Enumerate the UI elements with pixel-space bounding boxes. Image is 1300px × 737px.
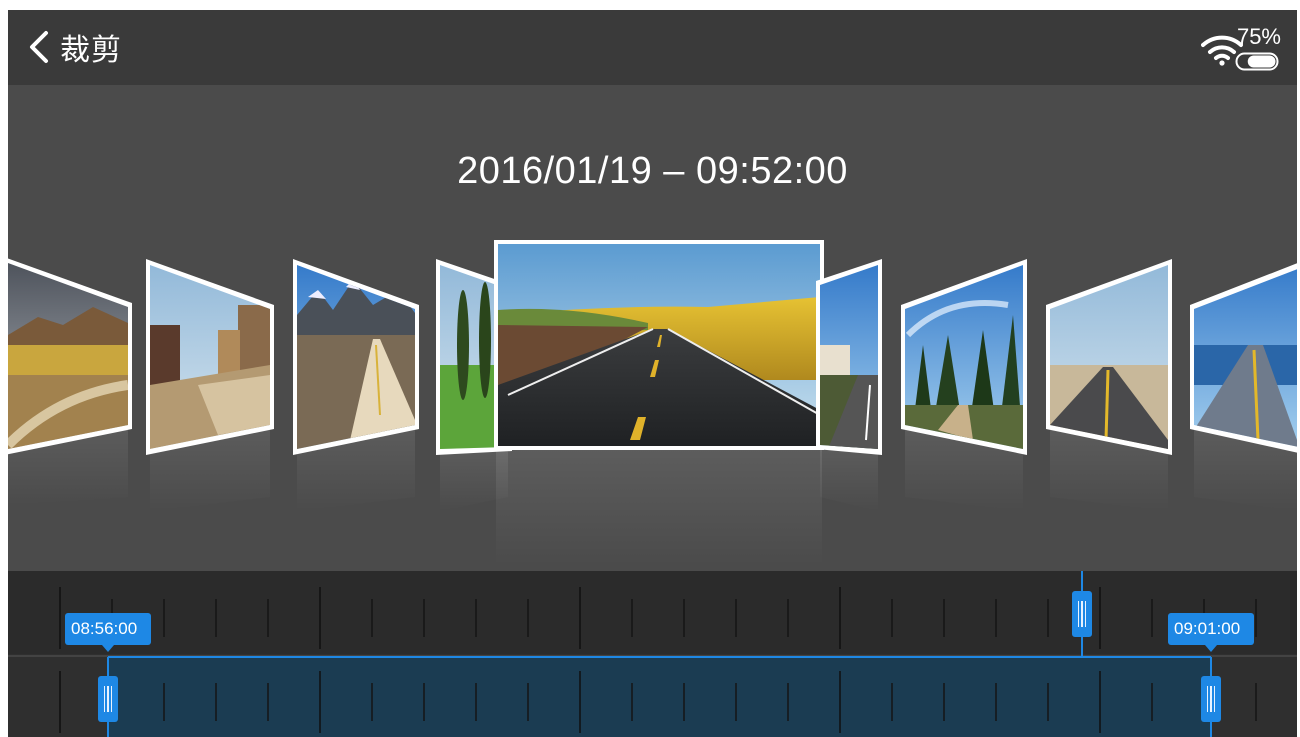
thumb-mountain-field[interactable] xyxy=(8,255,133,455)
status-area: 75% xyxy=(1165,20,1285,76)
thumb-town-road[interactable] xyxy=(816,255,882,455)
battery-icon xyxy=(1235,52,1279,71)
thumb-mountain-road[interactable] xyxy=(293,255,419,455)
back-button[interactable]: 裁剪 xyxy=(26,24,122,70)
playhead-handle[interactable] xyxy=(1072,591,1092,637)
trim-end-time: 09:01:00 xyxy=(1168,613,1254,652)
screen: 裁剪 75% 2016/01/19 – 09:52:00 08:56:00 09… xyxy=(8,10,1297,737)
trim-start-handle[interactable] xyxy=(98,676,118,722)
thumb-forest-road[interactable] xyxy=(901,255,1031,455)
page-title: 裁剪 xyxy=(60,33,122,68)
capture-datetime: 2016/01/19 – 09:52:00 xyxy=(457,150,848,192)
thumb-open-road[interactable] xyxy=(494,240,824,450)
chevron-left-icon xyxy=(30,31,48,63)
battery-percent: 75% xyxy=(1236,24,1281,49)
thumb-desert-highway[interactable] xyxy=(1046,255,1173,455)
top-bar: 裁剪 75% xyxy=(8,10,1297,85)
thumb-bridge-road[interactable] xyxy=(1190,255,1297,455)
thumbnail-carousel[interactable] xyxy=(8,235,1297,565)
thumb-town-street[interactable] xyxy=(146,255,274,455)
trim-timeline[interactable]: 08:56:00 09:01:00 xyxy=(8,571,1297,737)
selected-range xyxy=(108,657,1211,737)
trim-end-handle[interactable] xyxy=(1201,676,1221,722)
trim-start-time: 08:56:00 xyxy=(65,613,151,652)
